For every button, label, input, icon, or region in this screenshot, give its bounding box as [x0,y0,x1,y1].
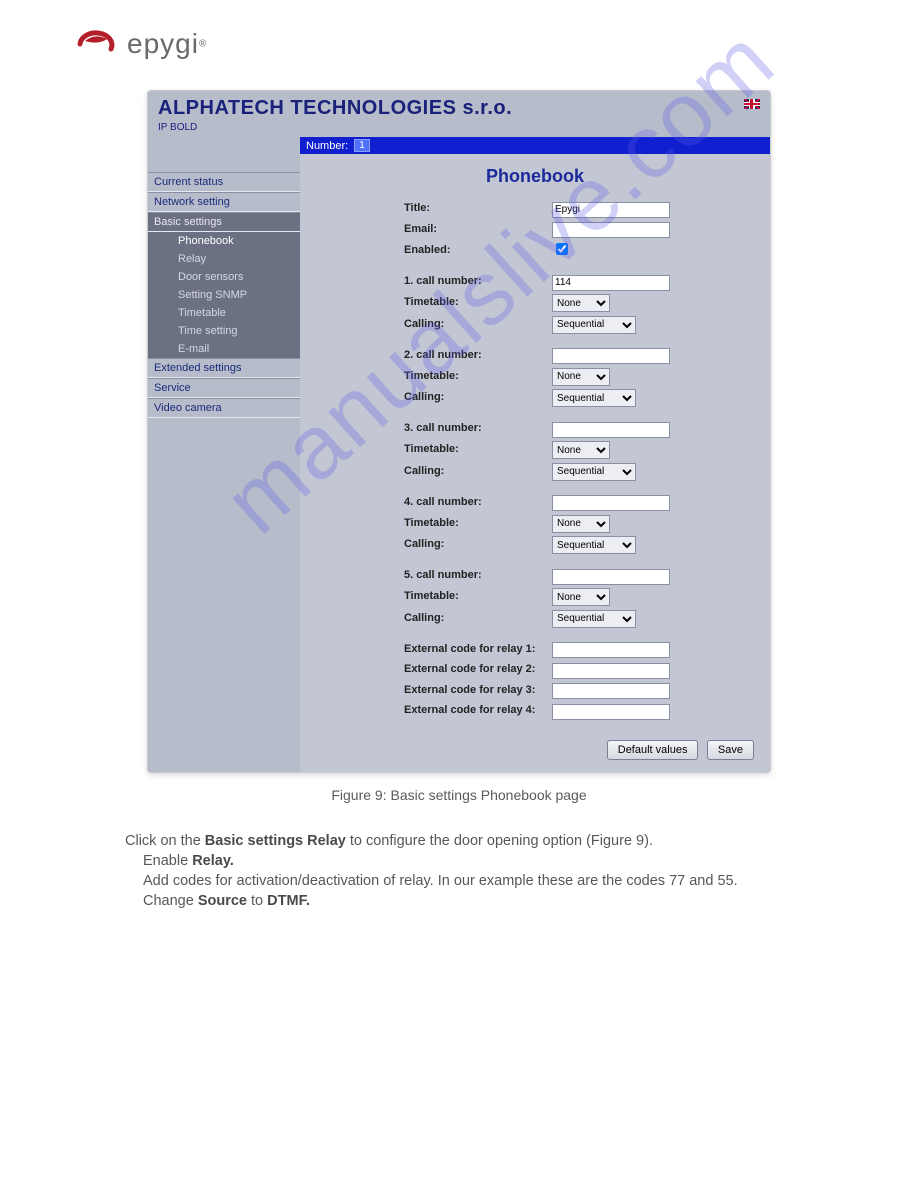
call4-num-input[interactable] [552,495,670,511]
call4-call-label: Calling: [312,538,552,550]
doc-l3: Add codes for activation/deactivation of… [143,871,793,891]
ext-relay1-label: External code for relay 1: [312,643,552,655]
number-bar-label: Number: [306,140,348,152]
email-input[interactable] [552,222,670,238]
sidebar-sub-door-sensors[interactable]: Door sensors [148,268,300,286]
sidebar-sub-email[interactable]: E-mail [148,340,300,358]
call5-num-input[interactable] [552,569,670,585]
save-button[interactable]: Save [707,740,754,760]
call1-tt-select[interactable]: None [552,294,610,312]
title-input[interactable] [552,202,670,218]
main-area: Number: 1 Phonebook Title: Email: Enable… [300,137,770,772]
doc-l4b: Source [198,893,247,909]
doc-l4a: Change [143,893,198,909]
doc-l2a: Enable [143,853,192,869]
sidebar-item-basic-settings[interactable]: Basic settings [148,212,300,232]
sidebar-sub-phonebook[interactable]: Phonebook [148,232,300,250]
call4-call-select[interactable]: Sequential [552,536,636,554]
ext-relay4-input[interactable] [552,704,670,720]
call1-num-input[interactable] [552,275,670,291]
call3-call-label: Calling: [312,465,552,477]
call1-tt-label: Timetable: [312,296,552,308]
call2-num-input[interactable] [552,348,670,364]
call4-tt-select[interactable]: None [552,515,610,533]
content-heading: Phonebook [312,166,758,187]
email-label: Email: [312,223,552,235]
call2-call-select[interactable]: Sequential [552,389,636,407]
doc-l4c: to [247,893,267,909]
ext-relay2-label: External code for relay 2: [312,663,552,675]
app-title: ALPHATECH TECHNOLOGIES s.r.o. [158,97,760,120]
doc-l1b: Basic settings Relay [205,833,346,849]
enabled-checkbox[interactable] [556,243,568,255]
ext-relay1-input[interactable] [552,642,670,658]
call3-call-select[interactable]: Sequential [552,463,636,481]
sidebar-item-network-setting[interactable]: Network setting [148,192,300,212]
call2-call-label: Calling: [312,391,552,403]
doc-l1c: to configure the door opening option (Fi… [346,833,653,849]
logo-reg: ® [199,39,206,50]
logo-text: epygi [127,28,199,59]
call5-call-label: Calling: [312,612,552,624]
ext-relay4-label: External code for relay 4: [312,704,552,716]
flag-uk-icon[interactable] [744,99,760,109]
call5-tt-select[interactable]: None [552,588,610,606]
call3-num-input[interactable] [552,422,670,438]
call3-num-label: 3. call number: [312,422,552,434]
sidebar-sub-setting-snmp[interactable]: Setting SNMP [148,286,300,304]
app-subtitle: IP BOLD [158,122,760,133]
title-label: Title: [312,202,552,214]
app-screenshot: ALPHATECH TECHNOLOGIES s.r.o. IP BOLD Cu… [147,90,771,773]
app-header: ALPHATECH TECHNOLOGIES s.r.o. IP BOLD [148,91,770,137]
doc-l1a: Click on the [125,833,205,849]
content-panel: Phonebook Title: Email: Enabled: [300,154,770,772]
sidebar: Current status Network setting Basic set… [148,137,300,772]
call3-tt-label: Timetable: [312,443,552,455]
call4-num-label: 4. call number: [312,496,552,508]
doc-l4d: DTMF. [267,893,310,909]
sidebar-item-current-status[interactable]: Current status [148,172,300,192]
ext-relay3-label: External code for relay 3: [312,684,552,696]
call2-num-label: 2. call number: [312,349,552,361]
call1-num-label: 1. call number: [312,275,552,287]
sidebar-sub-relay[interactable]: Relay [148,250,300,268]
call3-tt-select[interactable]: None [552,441,610,459]
call4-tt-label: Timetable: [312,517,552,529]
number-bar-value[interactable]: 1 [354,139,370,152]
call5-call-select[interactable]: Sequential [552,610,636,628]
call2-tt-select[interactable]: None [552,368,610,386]
doc-l2b: Relay. [192,853,234,869]
number-bar: Number: 1 [300,137,770,154]
call1-call-label: Calling: [312,318,552,330]
figure-caption: Figure 9: Basic settings Phonebook page [75,787,843,803]
sidebar-item-extended-settings[interactable]: Extended settings [148,358,300,378]
logo-mark-icon [75,29,117,59]
brand-logo: epygi® [75,28,843,60]
sidebar-sub-timetable[interactable]: Timetable [148,304,300,322]
default-values-button[interactable]: Default values [607,740,699,760]
sidebar-sub-time-setting[interactable]: Time setting [148,322,300,340]
ext-relay2-input[interactable] [552,663,670,679]
ext-relay3-input[interactable] [552,683,670,699]
call1-call-select[interactable]: Sequential [552,316,636,334]
call2-tt-label: Timetable: [312,370,552,382]
sidebar-item-video-camera[interactable]: Video camera [148,398,300,418]
doc-text: Click on the Basic settings Relay to con… [125,831,793,912]
sidebar-item-service[interactable]: Service [148,378,300,398]
enabled-label: Enabled: [312,244,552,256]
call5-tt-label: Timetable: [312,590,552,602]
call5-num-label: 5. call number: [312,569,552,581]
